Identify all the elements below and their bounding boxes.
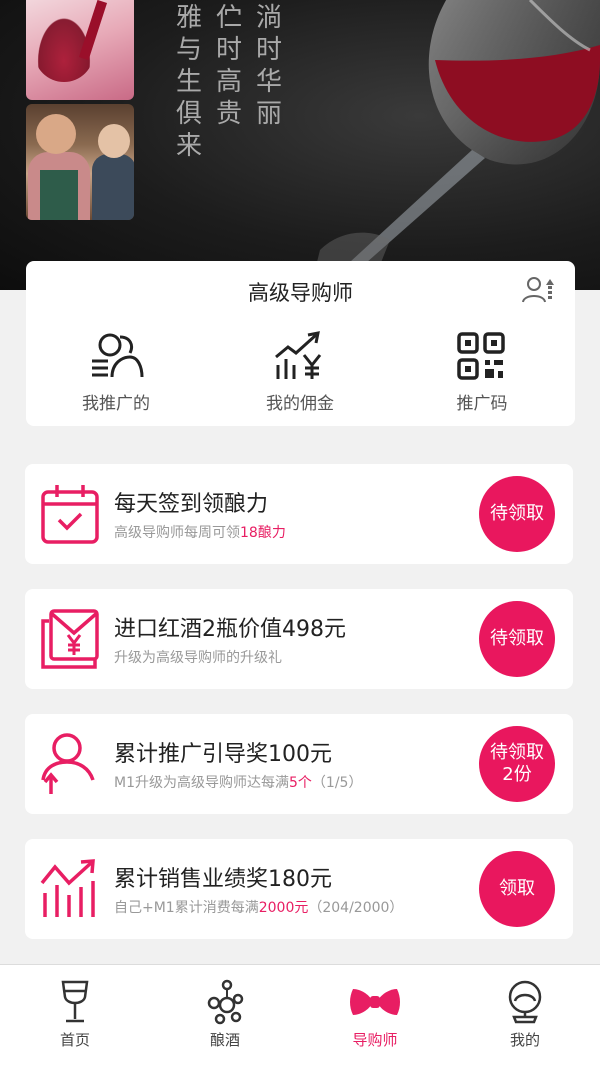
task-subtitle: 升级为高级导购师的升级礼: [114, 650, 282, 666]
my-referrals-button[interactable]: 我推广的: [56, 331, 176, 419]
tab-label: 导购师: [352, 1031, 398, 1049]
my-commission-button[interactable]: 我的佣金: [240, 331, 360, 419]
task-subtitle: 高级导购师每周可领18酿力: [114, 525, 286, 541]
grape-molecule-icon: [207, 979, 244, 1025]
sommelier-photo: [26, 104, 134, 220]
task-title: 每天签到领酿力: [114, 492, 269, 517]
claim-button[interactable]: 领取: [479, 851, 555, 927]
poem-column-3: 淌 时 华 丽: [255, 3, 282, 129]
claim-button[interactable]: 待领取: [479, 476, 555, 552]
task-card-sales-bonus: 累计销售业绩奖180元 自己+M1累计消费每满2000元（204/2000） 领…: [25, 839, 573, 939]
calendar-check-icon: [41, 485, 99, 544]
tab-shopping-guide[interactable]: 导购师: [325, 979, 425, 1050]
red-wine-glass-image: [310, 0, 600, 290]
bow-tie-icon: [350, 989, 400, 1015]
task-title: 进口红酒2瓶价值498元: [114, 617, 346, 642]
yen-growth-chart-icon: [275, 331, 322, 379]
sales-growth-icon: [40, 859, 95, 917]
role-card: 高级导购师 我推广的 我的佣金 推广码: [26, 261, 575, 426]
qr-code-icon: [457, 332, 505, 380]
poem-column-2: 伫 时 高 贵: [215, 3, 242, 129]
red-envelope-yen-icon: [41, 609, 99, 669]
profile-avatar-icon: [508, 980, 542, 1024]
task-title: 累计销售业绩奖180元: [114, 867, 332, 892]
promo-code-label: 推广码: [456, 394, 508, 414]
tab-profile[interactable]: 我的: [475, 979, 575, 1050]
tab-label: 我的: [509, 1031, 540, 1049]
tab-label: 首页: [59, 1031, 90, 1049]
claim-button[interactable]: 待领取 2份: [479, 726, 555, 802]
wine-glass-icon: [61, 980, 89, 1023]
bottom-tab-bar: 首页 酿酒 导购师 我的: [0, 964, 600, 1067]
my-referrals-label: 我推广的: [82, 394, 150, 414]
tab-brewing[interactable]: 酿酒: [175, 979, 275, 1050]
people-list-icon: [92, 333, 144, 378]
claim-button[interactable]: 待领取: [479, 601, 555, 677]
task-subtitle: M1升级为高级导购师达每满5个（1/5）: [114, 775, 363, 791]
task-title: 累计推广引导奖100元: [114, 742, 332, 767]
poem-column-1: 雅 与 生 俱 来: [175, 3, 202, 161]
my-commission-label: 我的佣金: [266, 394, 334, 414]
user-upgrade-icon[interactable]: [521, 275, 555, 305]
tab-home[interactable]: 首页: [25, 979, 125, 1050]
task-card-wine-gift: 进口红酒2瓶价值498元 升级为高级导购师的升级礼 待领取: [25, 589, 573, 689]
user-arrow-up-icon: [41, 733, 95, 794]
task-card-referral-bonus: 累计推广引导奖100元 M1升级为高级导购师达每满5个（1/5） 待领取 2份: [25, 714, 573, 814]
hero-banner: 雅 与 生 俱 来 伫 时 高 贵 淌 时 华 丽: [0, 0, 600, 290]
wine-pouring-photo: [26, 0, 134, 100]
task-subtitle: 自己+M1累计消费每满2000元（204/2000）: [114, 900, 404, 916]
tab-label: 酿酒: [209, 1031, 240, 1049]
task-card-checkin: 每天签到领酿力 高级导购师每周可领18酿力 待领取: [25, 464, 573, 564]
promo-code-button[interactable]: 推广码: [422, 331, 542, 419]
role-title: 高级导购师: [248, 281, 353, 305]
